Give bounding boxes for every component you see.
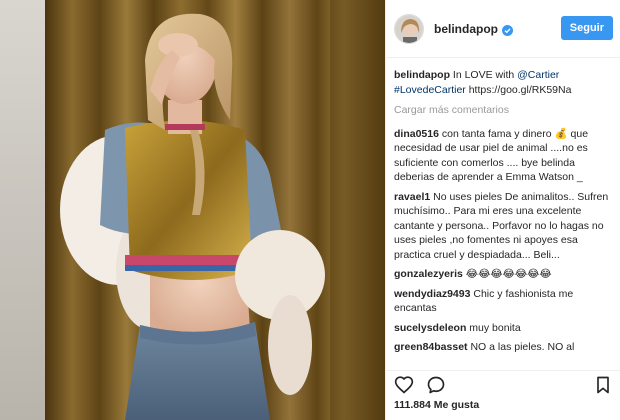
likes-count[interactable]: 111.884 Me gusta xyxy=(394,399,479,411)
load-more-comments[interactable]: Cargar más comentarios xyxy=(394,103,616,118)
comment-item: sucelysdeleon muy bonita xyxy=(394,321,616,336)
avatar[interactable] xyxy=(394,13,424,44)
post-sidebar: belindapop Seguir belindapop In LOVE wit… xyxy=(385,0,620,420)
post-header: belindapop Seguir xyxy=(386,0,620,58)
heart-icon[interactable] xyxy=(394,375,414,395)
caption-username[interactable]: belindapop xyxy=(394,69,450,81)
caption-link[interactable]: https://goo.gl/RK59Na xyxy=(469,84,572,96)
comment-text: muy bonita xyxy=(469,321,521,334)
follow-button[interactable]: Seguir xyxy=(560,16,613,40)
comment-item: gonzalezyeris 😂😂😂😂😂😂😂 xyxy=(394,267,616,282)
comments-list: belindapop In LOVE with @Cartier #Lovede… xyxy=(394,68,616,370)
post-username[interactable]: belindapop xyxy=(434,22,498,36)
comment-username[interactable]: wendydiaz9493 xyxy=(394,288,470,300)
comment-username[interactable]: dina0516 xyxy=(394,128,439,140)
caption-text: In LOVE with xyxy=(452,69,518,81)
comment-text: NO a las pieles. NO al xyxy=(470,341,575,353)
comment-username[interactable]: ravael1 xyxy=(394,191,430,203)
likes-number: 111.884 xyxy=(394,399,431,411)
avatar-image xyxy=(395,14,423,43)
likes-suffix: Me gusta xyxy=(433,399,480,411)
caption-hashtag[interactable]: #LovedeCartier xyxy=(394,84,466,96)
verified-badge-icon xyxy=(502,23,513,36)
comment-item: green84basset NO a las pieles. NO al xyxy=(394,340,616,355)
post-actions xyxy=(386,370,620,400)
comment-username[interactable]: sucelysdeleon xyxy=(394,322,466,334)
comment-username[interactable]: green84basset xyxy=(394,341,468,353)
bookmark-icon[interactable] xyxy=(593,375,613,395)
caption-mention[interactable]: @Cartier xyxy=(517,69,559,81)
comment-item: wendydiaz9493 Chic y fashionista me enca… xyxy=(394,287,616,316)
post-image xyxy=(0,0,385,420)
comment-username[interactable]: gonzalezyeris xyxy=(394,268,463,280)
comment-item: ravael1 No uses pieles De animalitos.. S… xyxy=(394,190,616,263)
post-photo[interactable] xyxy=(0,0,385,420)
comment-text: 😂😂😂😂😂😂😂 xyxy=(465,268,552,280)
comment-bubble-icon[interactable] xyxy=(426,375,446,395)
comment-item: dina0516 con tanta fama y dinero 💰 que n… xyxy=(394,127,616,185)
caption: belindapop In LOVE with @Cartier #Lovede… xyxy=(394,68,616,97)
